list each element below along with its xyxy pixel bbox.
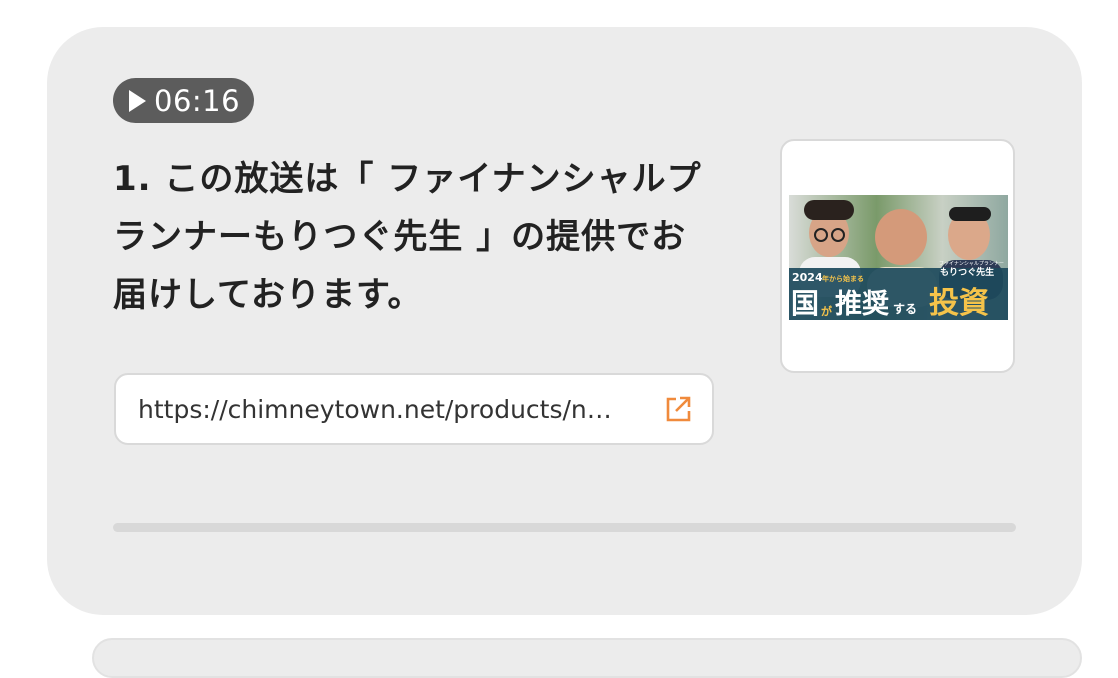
timestamp-badge[interactable]: 06:16 bbox=[113, 78, 255, 123]
play-icon bbox=[129, 89, 146, 112]
timestamp-text: 06:16 bbox=[154, 83, 241, 118]
thumb-year-suffix: 年から始まる bbox=[822, 274, 864, 283]
next-episode-card bbox=[92, 638, 1082, 678]
thumb-headline-3: 推奨 bbox=[835, 289, 890, 320]
section-divider bbox=[113, 523, 1016, 532]
thumb-headline-4: する bbox=[893, 302, 917, 316]
thumb-tagline: ファイナンシャルプランナー bbox=[939, 261, 1004, 267]
thumb-year: 2024 bbox=[792, 271, 823, 284]
episode-title: 1. この放送は「 ファイナンシャルプランナーもりつぐ先生 」の提供でお届けして… bbox=[113, 159, 702, 315]
thumb-headline-2: が bbox=[821, 304, 832, 318]
thumbnail-card[interactable]: 2024 年から始まる ファイナンシャルプランナー もりつぐ先生 国 が 推奨 … bbox=[780, 139, 1015, 373]
external-link-icon[interactable] bbox=[662, 393, 694, 425]
thumb-name: もりつぐ先生 bbox=[940, 266, 994, 278]
external-link-card[interactable]: https://chimneytown.net/products/n… bbox=[114, 373, 714, 445]
thumb-headline-1: 国 bbox=[791, 287, 819, 320]
link-url[interactable]: https://chimneytown.net/products/n… bbox=[138, 395, 652, 424]
thumb-headline-5: 投資 bbox=[929, 286, 989, 320]
thumbnail-image[interactable]: 2024 年から始まる ファイナンシャルプランナー もりつぐ先生 国 が 推奨 … bbox=[789, 195, 1008, 320]
